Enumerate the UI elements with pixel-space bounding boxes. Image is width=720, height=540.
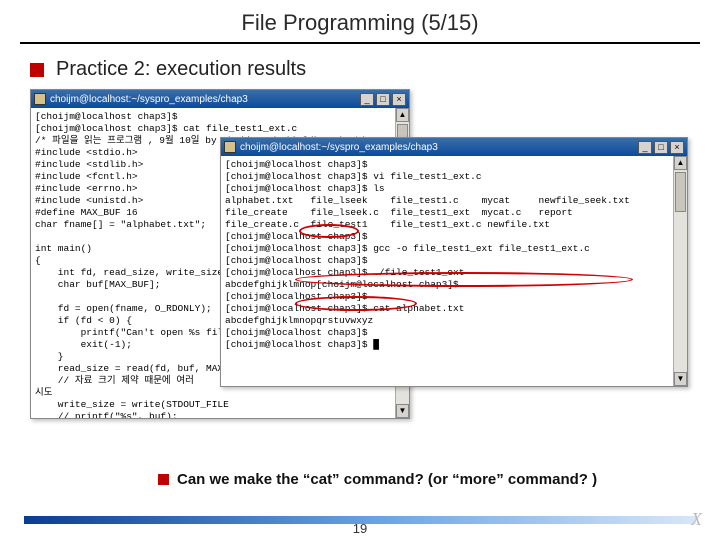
terminal-right-titlebar[interactable]: choijm@localhost:~/syspro_examples/chap3… bbox=[221, 138, 687, 156]
terminal-icon bbox=[224, 141, 236, 153]
bullet-square-icon bbox=[158, 474, 169, 485]
scroll-thumb[interactable] bbox=[675, 172, 686, 212]
terminal-right-scrollbar[interactable]: ▲ ▼ bbox=[673, 156, 687, 386]
title-underline bbox=[20, 42, 700, 44]
footer-logo: X bbox=[691, 509, 702, 530]
main-bullet-row: Practice 2: execution results bbox=[0, 58, 720, 89]
terminal-left-titlebar[interactable]: choijm@localhost:~/syspro_examples/chap3… bbox=[31, 90, 409, 108]
minimize-button[interactable]: _ bbox=[638, 141, 652, 154]
close-button[interactable]: × bbox=[670, 141, 684, 154]
scroll-up-icon[interactable]: ▲ bbox=[396, 108, 409, 122]
sub-bullet-text: Can we make the “cat” command? (or “more… bbox=[177, 471, 597, 488]
maximize-button[interactable]: □ bbox=[654, 141, 668, 154]
scroll-up-icon[interactable]: ▲ bbox=[674, 156, 687, 170]
scroll-down-icon[interactable]: ▼ bbox=[674, 372, 687, 386]
scroll-down-icon[interactable]: ▼ bbox=[396, 404, 409, 418]
window-buttons: _ □ × bbox=[360, 93, 406, 106]
window-buttons: _ □ × bbox=[638, 141, 684, 154]
terminals-area: choijm@localhost:~/syspro_examples/chap3… bbox=[30, 89, 690, 459]
page-number: 19 bbox=[353, 521, 367, 536]
bullet-square-icon bbox=[30, 63, 44, 77]
main-bullet-text: Practice 2: execution results bbox=[56, 58, 306, 81]
terminal-icon bbox=[34, 93, 46, 105]
sub-bullet-row: Can we make the “cat” command? (or “more… bbox=[158, 471, 597, 488]
close-button[interactable]: × bbox=[392, 93, 406, 106]
terminal-right-window: choijm@localhost:~/syspro_examples/chap3… bbox=[220, 137, 688, 387]
slide-title: File Programming (5/15) bbox=[0, 0, 720, 42]
terminal-right-title: choijm@localhost:~/syspro_examples/chap3 bbox=[240, 142, 634, 153]
maximize-button[interactable]: □ bbox=[376, 93, 390, 106]
terminal-left-title: choijm@localhost:~/syspro_examples/chap3 bbox=[50, 94, 356, 105]
minimize-button[interactable]: _ bbox=[360, 93, 374, 106]
terminal-right-body[interactable]: [choijm@localhost chap3]$ [choijm@localh… bbox=[221, 156, 673, 386]
